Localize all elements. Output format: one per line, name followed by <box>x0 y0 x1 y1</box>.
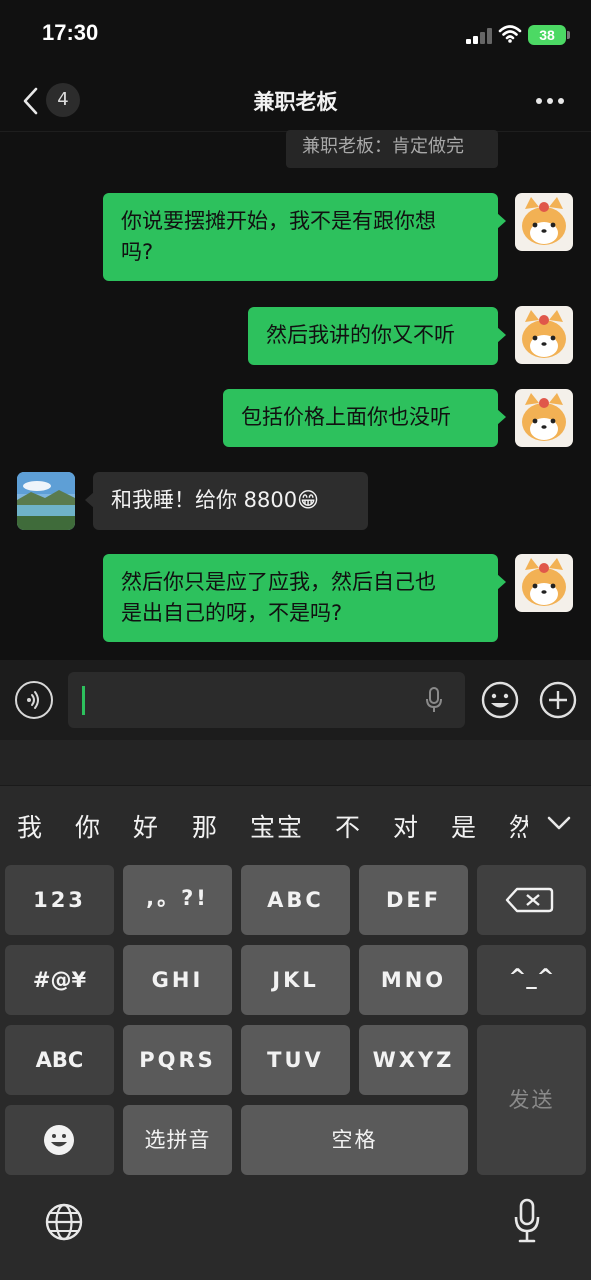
backspace-key[interactable] <box>477 865 586 935</box>
more-icon[interactable] <box>534 96 566 106</box>
message-line: 和我睡！给你 8800😁 <box>111 488 320 512</box>
candidate-word[interactable]: 你 <box>75 808 100 844</box>
candidate-word[interactable]: 不 <box>335 808 360 844</box>
candidate-word[interactable]: 对 <box>393 808 418 844</box>
backspace-icon <box>505 887 554 913</box>
key-mno[interactable]: MNO <box>359 945 468 1015</box>
message-bubble-sent[interactable]: 包括价格上面你也没听 <box>223 389 506 447</box>
key-pqrs[interactable]: PQRS <box>123 1025 232 1095</box>
status-time: 17:30 <box>42 20 99 45</box>
message-input[interactable] <box>68 672 465 728</box>
message-bubble-received[interactable]: 和我睡！给你 8800😁 <box>85 472 368 530</box>
key-pinyin-select[interactable]: 选拼音 <box>123 1105 232 1175</box>
candidate-word[interactable]: 然 <box>509 808 528 844</box>
voice-icon[interactable] <box>15 681 53 719</box>
corgi-avatar-icon <box>515 554 573 612</box>
smiley-icon <box>44 1125 74 1155</box>
cellular-signal-icon <box>466 28 494 44</box>
battery-indicator: 38 <box>528 25 570 45</box>
key-abc[interactable]: ABC <box>241 865 350 935</box>
my-avatar[interactable] <box>515 554 573 612</box>
landscape-avatar-icon <box>17 472 75 530</box>
my-avatar[interactable] <box>515 389 573 447</box>
contact-avatar[interactable] <box>17 472 75 530</box>
dictation-mic-icon[interactable] <box>513 1198 541 1244</box>
status-bar: 17:30 38 <box>0 0 591 70</box>
send-key[interactable]: 发送 <box>477 1025 586 1175</box>
emoji-icon[interactable] <box>480 680 520 720</box>
key-wxyz[interactable]: WXYZ <box>359 1025 468 1095</box>
key-123[interactable]: 123 <box>5 865 114 935</box>
keyboard-toolbar <box>0 740 591 786</box>
message-line: 你说要摆摊开始，我不是有跟你想 <box>121 209 436 233</box>
quoted-message[interactable]: 兼职老板：肯定做完 <box>286 130 498 168</box>
key-kaomoji[interactable]: ^_^ <box>477 945 586 1015</box>
candidate-word[interactable]: 我 <box>17 808 42 844</box>
my-avatar[interactable] <box>515 193 573 251</box>
key-abc-switch[interactable]: ABC <box>5 1025 114 1095</box>
space-key[interactable]: 空格 <box>241 1105 468 1175</box>
candidate-word[interactable]: 好 <box>133 808 158 844</box>
key-ghi[interactable]: GHI <box>123 945 232 1015</box>
corgi-avatar-icon <box>515 389 573 447</box>
emoji-key[interactable] <box>5 1105 114 1175</box>
message-line: 是出自己的呀，不是吗? <box>121 601 343 625</box>
message-line: 然后你只是应了应我，然后自己也 <box>121 570 436 594</box>
corgi-avatar-icon <box>515 193 573 251</box>
wifi-icon <box>498 25 522 43</box>
mic-icon[interactable] <box>424 686 444 714</box>
key-tuv[interactable]: TUV <box>241 1025 350 1095</box>
message-bubble-sent[interactable]: 然后我讲的你又不听 <box>248 307 506 365</box>
message-bubble-sent[interactable]: 然后你只是应了应我，然后自己也 是出自己的呀，不是吗? <box>103 554 506 642</box>
key-def[interactable]: DEF <box>359 865 468 935</box>
message-bubble-sent[interactable]: 你说要摆摊开始，我不是有跟你想 吗? <box>103 193 506 281</box>
chat-header: 4 兼职老板 <box>0 70 591 132</box>
plus-icon[interactable] <box>538 680 578 720</box>
message-line: 然后我讲的你又不听 <box>266 323 455 347</box>
chevron-down-icon[interactable] <box>544 808 574 838</box>
key-symbols[interactable]: #@¥ <box>5 945 114 1015</box>
message-line: 吗? <box>121 240 154 264</box>
key-punctuation[interactable]: ,。?! <box>123 865 232 935</box>
key-jkl[interactable]: JKL <box>241 945 350 1015</box>
candidate-word[interactable]: 那 <box>192 808 217 844</box>
message-line: 包括价格上面你也没听 <box>241 405 451 429</box>
my-avatar[interactable] <box>515 306 573 364</box>
text-caret <box>82 686 85 715</box>
candidate-word[interactable]: 是 <box>451 808 476 844</box>
globe-icon[interactable] <box>44 1202 84 1242</box>
chat-title: 兼职老板 <box>253 90 338 114</box>
candidate-word[interactable]: 宝宝 <box>250 808 304 844</box>
corgi-avatar-icon <box>515 306 573 364</box>
